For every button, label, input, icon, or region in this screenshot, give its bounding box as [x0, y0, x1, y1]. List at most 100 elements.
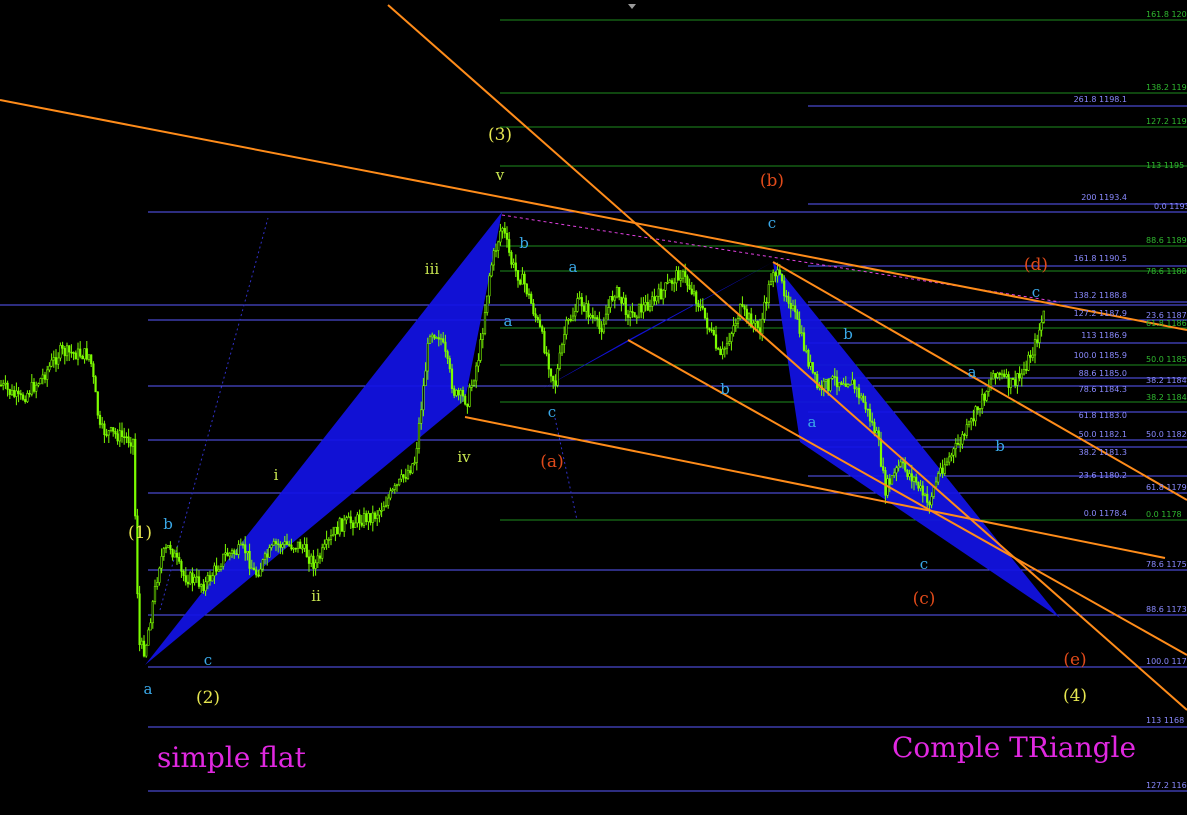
candle-body	[239, 543, 242, 546]
candle-body	[829, 377, 832, 391]
candle-body	[17, 390, 20, 394]
candle-body	[65, 345, 69, 357]
wave-label: (2)	[196, 688, 220, 708]
candle-body	[653, 296, 656, 302]
candle-body	[534, 313, 537, 318]
candle-body	[1031, 354, 1034, 358]
fib-edge-label: 100.0 1172	[1146, 657, 1187, 666]
candle-body	[917, 481, 920, 489]
candle-body	[481, 333, 484, 340]
candle-body	[1018, 373, 1021, 379]
candle-body	[81, 355, 84, 360]
candle-body	[708, 327, 711, 331]
candle-body	[68, 345, 71, 353]
candle-body	[871, 420, 874, 423]
candle-body	[400, 474, 403, 480]
candle-body	[831, 376, 834, 379]
candle-body	[230, 550, 234, 554]
candle-body	[455, 389, 458, 396]
candle-body	[622, 297, 625, 304]
candle-body	[556, 368, 559, 386]
candle-body	[714, 334, 718, 349]
candle-body	[208, 575, 212, 582]
candle-body	[945, 461, 949, 466]
candle-body	[43, 374, 47, 380]
wave-label: a	[569, 258, 578, 276]
fib-edge-label: 127.2 1198	[1146, 117, 1187, 126]
candle-body	[855, 387, 858, 390]
candle-body	[648, 306, 652, 311]
candle-body	[919, 485, 922, 489]
candle-body	[472, 380, 476, 386]
candle-body	[527, 293, 531, 296]
candle-body	[1036, 339, 1039, 343]
candle-body	[596, 317, 599, 320]
wave-label: b	[519, 234, 529, 252]
candle-body	[32, 381, 36, 392]
fib-level-label: 23.6 1180.2	[1079, 471, 1127, 480]
candle-body	[338, 518, 341, 535]
wave-label: a	[808, 413, 817, 431]
candle-body	[811, 362, 814, 373]
candle-body	[580, 297, 583, 307]
candle-body	[743, 305, 746, 310]
candle-body	[589, 314, 592, 318]
candle-body	[772, 272, 775, 282]
candle-body	[906, 469, 909, 477]
wave-label: v	[495, 166, 505, 184]
trendline	[0, 99, 1187, 331]
candle-body	[862, 395, 865, 403]
candle-body	[255, 569, 258, 576]
candle-body	[329, 535, 333, 540]
candle-body	[952, 448, 955, 456]
candle-body	[637, 303, 641, 318]
candle-body	[963, 434, 966, 436]
pattern-triangle	[145, 212, 502, 665]
candle-body	[94, 376, 97, 393]
candle-body	[228, 552, 231, 557]
candle-body	[191, 572, 194, 583]
candle-body	[92, 363, 95, 377]
price-chart[interactable]: 261.8 1198.1 200 1193.4 161.8 1190.5 138.2 …	[0, 0, 1187, 815]
candle-body	[281, 544, 284, 548]
candle-body	[145, 644, 148, 657]
wave-label: (c)	[913, 589, 936, 609]
candle-body	[741, 303, 744, 307]
candle-body	[266, 553, 269, 558]
candle-body	[996, 372, 999, 378]
candle-body	[723, 347, 726, 350]
candle-body	[734, 322, 737, 326]
wave-label: (3)	[488, 125, 512, 145]
candle-body	[787, 296, 790, 304]
candle-body	[120, 430, 124, 438]
candle-body	[767, 284, 770, 304]
fib-level-label: 50.0 1182.1	[1079, 430, 1127, 439]
candle-body	[437, 337, 440, 340]
candle-body	[873, 422, 876, 434]
candle-body	[10, 389, 14, 395]
candle-body	[96, 391, 99, 416]
candle-body	[0, 384, 3, 387]
candle-body	[604, 313, 608, 325]
candle-body	[585, 303, 588, 312]
wave-label: ii	[311, 587, 321, 605]
candle-body	[362, 513, 366, 526]
candle-body	[140, 640, 143, 646]
candle-body	[457, 389, 460, 396]
candle-body	[644, 301, 647, 306]
candle-body	[439, 338, 443, 340]
wave-label: (e)	[1063, 650, 1086, 670]
candle-body	[391, 489, 394, 492]
candle-body	[1025, 368, 1028, 371]
candle-body	[563, 334, 566, 345]
wave-label: c	[768, 214, 776, 232]
candle-body	[283, 541, 286, 545]
scroll-marker-icon[interactable]	[628, 4, 636, 9]
candle-body	[827, 379, 830, 391]
candle-body	[109, 427, 113, 432]
candle-body	[483, 312, 487, 334]
fib-level-label: 0.0 1178.4	[1084, 509, 1127, 518]
candle-body	[642, 304, 645, 313]
candle-body	[129, 442, 132, 447]
wave-label: b	[720, 380, 730, 398]
